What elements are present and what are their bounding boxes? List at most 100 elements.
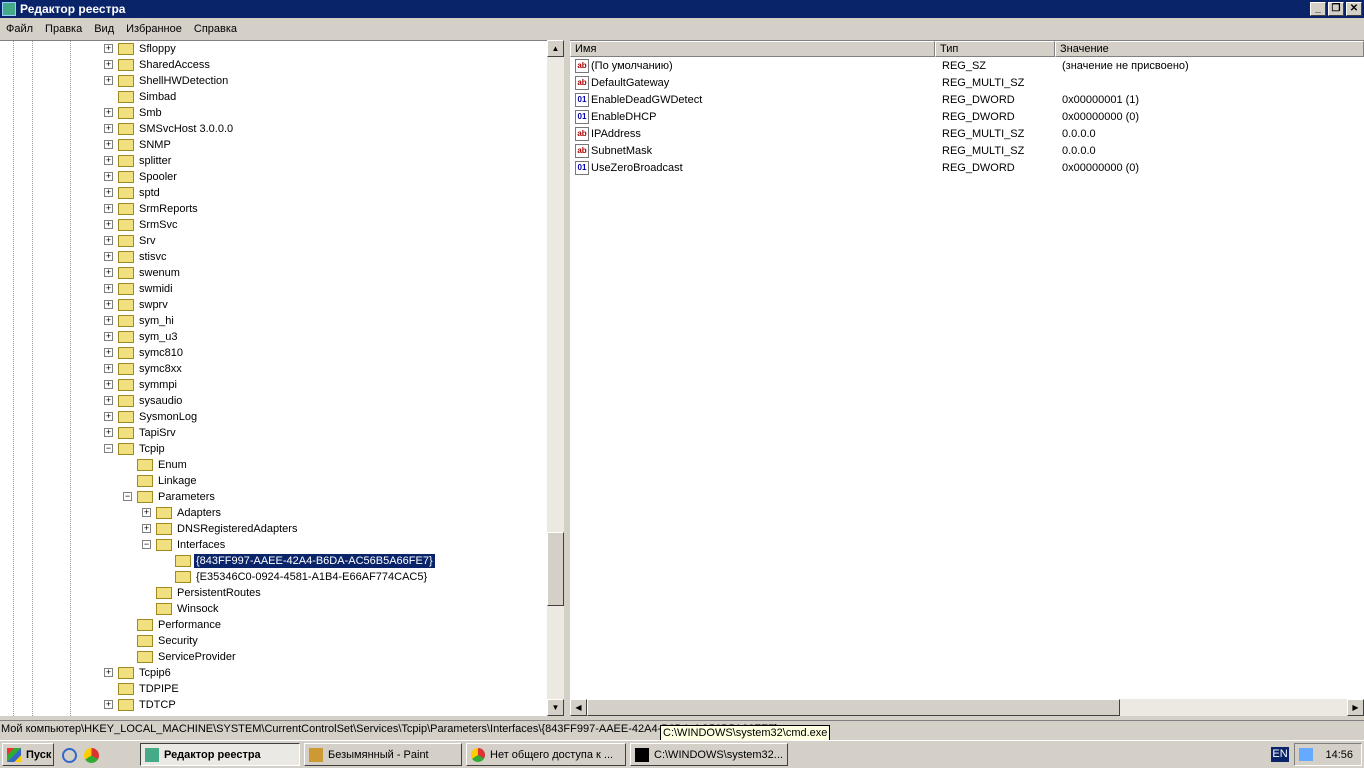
expand-icon[interactable]: + xyxy=(104,220,113,229)
expand-icon[interactable]: + xyxy=(104,268,113,277)
menu-view[interactable]: Вид xyxy=(88,23,120,35)
start-button[interactable]: Пуск xyxy=(2,743,54,766)
tree-node[interactable]: + TDTCP xyxy=(0,697,547,713)
tree-node[interactable]: ServiceProvider xyxy=(0,649,547,665)
expand-icon[interactable]: + xyxy=(104,204,113,213)
tree-node[interactable]: + swprv xyxy=(0,297,547,313)
tree-node[interactable]: + splitter xyxy=(0,153,547,169)
tree-node[interactable]: Simbad xyxy=(0,89,547,105)
task-cmd[interactable]: C:\WINDOWS\system32... xyxy=(630,743,788,766)
expand-icon[interactable]: + xyxy=(104,108,113,117)
expand-icon[interactable]: + xyxy=(104,300,113,309)
expand-icon[interactable]: + xyxy=(104,364,113,373)
tree-node[interactable]: + sysaudio xyxy=(0,393,547,409)
values-horizontal-scrollbar[interactable]: ◀ ▶ xyxy=(570,699,1364,716)
expand-icon[interactable]: + xyxy=(104,236,113,245)
tree-node[interactable]: TDPIPE xyxy=(0,681,547,697)
tree-node[interactable]: + SysmonLog xyxy=(0,409,547,425)
collapse-icon[interactable]: − xyxy=(142,540,151,549)
expand-icon[interactable]: + xyxy=(104,44,113,53)
expand-icon[interactable]: + xyxy=(104,172,113,181)
expand-icon[interactable]: + xyxy=(104,412,113,421)
value-row[interactable]: ab SubnetMask REG_MULTI_SZ 0.0.0.0 xyxy=(570,143,1350,160)
tree-node[interactable]: + SMSvcHost 3.0.0.0 xyxy=(0,121,547,137)
expand-icon[interactable]: + xyxy=(104,316,113,325)
value-row[interactable]: 01 EnableDeadGWDetect REG_DWORD 0x00000001 … xyxy=(570,92,1350,109)
scroll-thumb[interactable] xyxy=(547,532,564,606)
tree-node[interactable]: − Parameters xyxy=(0,489,547,505)
maximize-button[interactable]: ❐ xyxy=(1328,2,1344,16)
expand-icon[interactable]: + xyxy=(104,76,113,85)
expand-icon[interactable]: + xyxy=(104,396,113,405)
expand-icon[interactable]: + xyxy=(104,124,113,133)
tree-vertical-scrollbar[interactable]: ▲ ▼ xyxy=(547,40,564,716)
expand-icon[interactable]: + xyxy=(142,508,151,517)
tree-node[interactable]: Security xyxy=(0,633,547,649)
tree-node[interactable]: + symmpi xyxy=(0,377,547,393)
scroll-up-button[interactable]: ▲ xyxy=(547,40,564,57)
tree-node[interactable]: + Srv xyxy=(0,233,547,249)
ie-icon[interactable] xyxy=(62,748,77,763)
column-type[interactable]: Тип xyxy=(935,41,1055,57)
menu-edit[interactable]: Правка xyxy=(39,23,88,35)
tree-node[interactable]: + SrmSvc xyxy=(0,217,547,233)
expand-icon[interactable]: + xyxy=(104,156,113,165)
tree-node[interactable]: + symc810 xyxy=(0,345,547,361)
menu-help[interactable]: Справка xyxy=(188,23,243,35)
tree-node[interactable]: + Adapters xyxy=(0,505,547,521)
value-row[interactable]: 01 EnableDHCP REG_DWORD 0x00000000 (0) xyxy=(570,109,1350,126)
expand-icon[interactable]: + xyxy=(104,140,113,149)
tree-node[interactable]: + swmidi xyxy=(0,281,547,297)
tree-node[interactable]: Performance xyxy=(0,617,547,633)
task-paint[interactable]: Безымянный - Paint xyxy=(304,743,462,766)
tree-node[interactable]: + Spooler xyxy=(0,169,547,185)
chrome-icon[interactable] xyxy=(84,748,99,763)
expand-icon[interactable]: + xyxy=(104,348,113,357)
column-value[interactable]: Значение xyxy=(1055,41,1364,57)
value-row[interactable]: 01 UseZeroBroadcast REG_DWORD 0x00000000 (0… xyxy=(570,160,1350,177)
tree-node[interactable]: + SNMP xyxy=(0,137,547,153)
scroll-right-button[interactable]: ▶ xyxy=(1347,699,1364,716)
value-row[interactable]: ab IPAddress REG_MULTI_SZ 0.0.0.0 xyxy=(570,126,1350,143)
tree-node[interactable]: − Interfaces xyxy=(0,537,547,553)
tree-node[interactable]: + sym_hi xyxy=(0,313,547,329)
tree-node[interactable]: + stisvc xyxy=(0,249,547,265)
tree-node[interactable]: + Tcpip6 xyxy=(0,665,547,681)
expand-icon[interactable]: + xyxy=(104,668,113,677)
expand-icon[interactable]: + xyxy=(104,188,113,197)
tree-node[interactable]: + TapiSrv xyxy=(0,425,547,441)
expand-icon[interactable]: + xyxy=(104,700,113,709)
minimize-button[interactable]: _ xyxy=(1310,2,1326,16)
tree-node[interactable]: + SharedAccess xyxy=(0,57,547,73)
scroll-left-button[interactable]: ◀ xyxy=(570,699,587,716)
expand-icon[interactable]: + xyxy=(104,332,113,341)
tree-node[interactable]: {E35346C0-0924-4581-A1B4-E66AF774CAC5} xyxy=(0,569,547,585)
tree-node[interactable]: Linkage xyxy=(0,473,547,489)
tree-node[interactable]: − Tcpip xyxy=(0,441,547,457)
expand-icon[interactable]: + xyxy=(104,252,113,261)
tree-node[interactable]: + DNSRegisteredAdapters xyxy=(0,521,547,537)
tree-node[interactable]: Winsock xyxy=(0,601,547,617)
tree-node[interactable]: Enum xyxy=(0,457,547,473)
menu-favorites[interactable]: Избранное xyxy=(120,23,188,35)
expand-icon[interactable]: + xyxy=(104,60,113,69)
menu-file[interactable]: Файл xyxy=(0,23,39,35)
hscroll-thumb[interactable] xyxy=(587,699,1120,716)
task-regedit[interactable]: Редактор реестра xyxy=(140,743,300,766)
tree-node[interactable]: + Sfloppy xyxy=(0,41,547,57)
language-indicator[interactable]: EN xyxy=(1271,747,1289,762)
expand-icon[interactable]: + xyxy=(104,284,113,293)
task-chrome[interactable]: Нет общего доступа к ... xyxy=(466,743,626,766)
tree-node[interactable]: + sptd xyxy=(0,185,547,201)
tree-node[interactable]: + sym_u3 xyxy=(0,329,547,345)
expand-icon[interactable]: + xyxy=(104,428,113,437)
tree-node[interactable]: + Smb xyxy=(0,105,547,121)
column-name[interactable]: Имя xyxy=(570,41,935,57)
expand-icon[interactable]: + xyxy=(104,380,113,389)
tree-node[interactable]: PersistentRoutes xyxy=(0,585,547,601)
value-row[interactable]: ab (По умолчанию) REG_SZ (значение не присв… xyxy=(570,58,1350,75)
tree-node[interactable]: + symc8xx xyxy=(0,361,547,377)
scroll-down-button[interactable]: ▼ xyxy=(547,699,564,716)
value-row[interactable]: ab DefaultGateway REG_MULTI_SZ xyxy=(570,75,1350,92)
close-button[interactable]: ✕ xyxy=(1346,2,1362,16)
